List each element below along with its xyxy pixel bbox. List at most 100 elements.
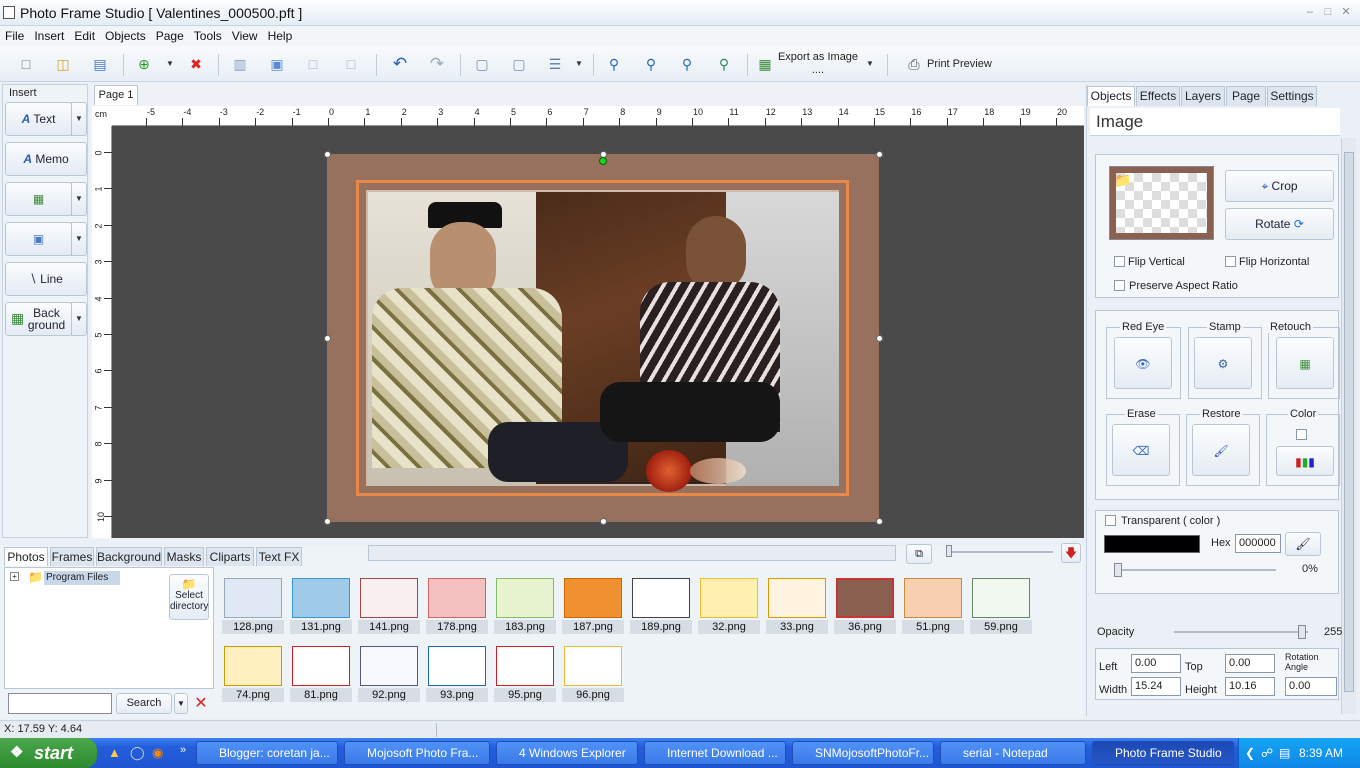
tray-network-icon[interactable]: ☍ (1261, 738, 1273, 768)
thumbnail-item[interactable]: 95.png (494, 644, 556, 702)
folder-icon[interactable]: 📁 (1114, 172, 1131, 189)
menu-file[interactable]: File (0, 26, 29, 43)
thumb-size-slider[interactable] (947, 551, 1053, 553)
thumbnail-item[interactable]: 96.png (562, 644, 624, 702)
select-directory-button[interactable]: 📁 Select directory (169, 574, 209, 620)
thumbnail-item[interactable]: 74.png (222, 644, 284, 702)
copy-button[interactable]: ⧉ (906, 544, 932, 564)
rotation-input[interactable]: 0.00 (1285, 677, 1337, 696)
color-swatch[interactable] (1104, 535, 1200, 553)
task-snmojosoft[interactable]: SNMojosoftPhotoFr... (792, 741, 934, 765)
quicklaunch-firefox-icon[interactable]: ◉ (152, 745, 163, 761)
quicklaunch-icon-2[interactable]: ◯ (130, 745, 145, 761)
close-button[interactable]: ✕ (1340, 6, 1352, 18)
search-input[interactable] (8, 693, 112, 714)
send-back-icon[interactable]: ▣ (267, 54, 287, 74)
zoom-in-icon[interactable]: ⚲ (604, 54, 624, 74)
export-dropdown-icon[interactable]: ▼ (860, 54, 880, 74)
resize-handle-bl[interactable] (324, 518, 331, 525)
restore-button[interactable]: 🖌 (1192, 424, 1250, 476)
export-icon[interactable]: ▦ (755, 54, 775, 74)
task-notepad[interactable]: serial - Notepad (940, 741, 1086, 765)
rotate-button[interactable]: Rotate ⟳ (1225, 208, 1334, 240)
minimize-button[interactable]: – (1304, 6, 1316, 18)
open-icon[interactable]: ◫ (53, 54, 73, 74)
thumbnail-item[interactable]: 81.png (290, 644, 352, 702)
zoom-actual-icon[interactable]: ⚲ (714, 54, 734, 74)
tab-photos[interactable]: Photos (4, 547, 48, 566)
flip-horizontal-checkbox[interactable] (1225, 256, 1236, 267)
insert-shape-dropdown[interactable]: ▼ (71, 222, 87, 256)
transparency-slider[interactable] (1114, 569, 1276, 571)
stretch-icon[interactable]: ▢ (509, 54, 529, 74)
zoom-out-icon[interactable]: ⚲ (641, 54, 661, 74)
tree-item-program-files[interactable]: Program Files (44, 571, 120, 585)
zoom-fit-icon[interactable]: ⚲ (677, 54, 697, 74)
save-icon[interactable]: ▤ (90, 54, 110, 74)
thumbnail-item[interactable]: 178.png (426, 576, 488, 634)
insert-text-dropdown[interactable]: ▼ (71, 102, 87, 136)
print-preview-icon[interactable]: ⎙ (904, 54, 924, 74)
tab-objects[interactable]: Objects (1087, 86, 1135, 106)
tree-expand-icon[interactable]: + (10, 572, 19, 581)
redo-icon[interactable]: ↷ (427, 54, 447, 74)
crop-button[interactable]: ⌖ Crop (1225, 170, 1334, 202)
fit-icon[interactable]: ▢ (472, 54, 492, 74)
left-input[interactable]: 0.00 (1131, 654, 1181, 673)
transparency-slider-thumb[interactable] (1114, 563, 1122, 577)
download-button[interactable]: 🡇 (1061, 543, 1081, 563)
resize-handle-tl[interactable] (324, 151, 331, 158)
page-tab[interactable]: Page 1 (94, 85, 138, 105)
bring-forward-icon[interactable]: □ (303, 54, 323, 74)
menu-tools[interactable]: Tools (189, 26, 227, 43)
start-button[interactable]: ❖ start (0, 738, 97, 768)
insert-memo-button[interactable]: A Memo (5, 142, 87, 176)
tab-masks[interactable]: Masks (164, 547, 204, 566)
quicklaunch-more-icon[interactable]: » (180, 744, 186, 756)
thumbnail-item[interactable]: 92.png (358, 644, 420, 702)
add-icon[interactable]: ⊕ (134, 54, 154, 74)
thumbnail-item[interactable]: 59.png (970, 576, 1032, 634)
tab-layers[interactable]: Layers (1181, 86, 1225, 106)
insert-background-dropdown[interactable]: ▼ (71, 302, 87, 336)
search-button[interactable]: Search (116, 693, 172, 714)
tab-background[interactable]: Background (96, 547, 162, 566)
tab-frames[interactable]: Frames (50, 547, 94, 566)
thumbnail-item[interactable]: 51.png (902, 576, 964, 634)
task-photo-frame-studio[interactable]: Photo Frame Studio (1092, 741, 1234, 765)
flip-vertical-checkbox[interactable] (1114, 256, 1125, 267)
insert-background-button[interactable]: ▦ Back ground (5, 302, 72, 336)
resize-handle-l[interactable] (324, 335, 331, 342)
menu-edit[interactable]: Edit (69, 26, 100, 43)
bring-front-icon[interactable]: ▥ (230, 54, 250, 74)
height-input[interactable]: 10.16 (1225, 677, 1275, 696)
resize-handle-tr[interactable] (876, 151, 883, 158)
thumbnail-item[interactable]: 93.png (426, 644, 488, 702)
color-button[interactable]: ▮▮▮ (1276, 446, 1334, 476)
thumbnail-item[interactable]: 33.png (766, 576, 828, 634)
erase-button[interactable]: ⌫ (1112, 424, 1170, 476)
search-dropdown[interactable]: ▼ (174, 693, 188, 714)
opacity-slider[interactable] (1174, 631, 1308, 633)
print-preview-button[interactable]: Print Preview (927, 58, 992, 70)
width-input[interactable]: 15.24 (1131, 677, 1181, 696)
thumbnail-item[interactable]: 36.png (834, 576, 896, 634)
task-mojosoft[interactable]: Mojosoft Photo Fra... (344, 741, 490, 765)
retouch-button[interactable]: ▦ (1276, 337, 1334, 389)
resize-handle-r[interactable] (876, 335, 883, 342)
thumbnail-item[interactable]: 183.png (494, 576, 556, 634)
panel-scrollbar[interactable] (1341, 138, 1356, 714)
insert-shape-button[interactable]: ▣ (5, 222, 72, 256)
tray-arrow-icon[interactable]: ❮ (1245, 738, 1255, 768)
task-internet-download[interactable]: Internet Download ... (644, 741, 786, 765)
tab-page[interactable]: Page (1226, 86, 1266, 106)
add-dropdown-icon[interactable]: ▼ (160, 54, 180, 74)
tab-cliparts[interactable]: Cliparts (206, 547, 254, 566)
align-icon[interactable]: ☰ (545, 54, 565, 74)
tab-text-fx[interactable]: Text FX (256, 547, 302, 566)
preserve-aspect-checkbox[interactable] (1114, 280, 1125, 291)
red-eye-button[interactable]: 👁 (1114, 337, 1172, 389)
color-checkbox[interactable] (1296, 429, 1307, 440)
resize-handle-br[interactable] (876, 518, 883, 525)
photo[interactable] (366, 190, 839, 486)
